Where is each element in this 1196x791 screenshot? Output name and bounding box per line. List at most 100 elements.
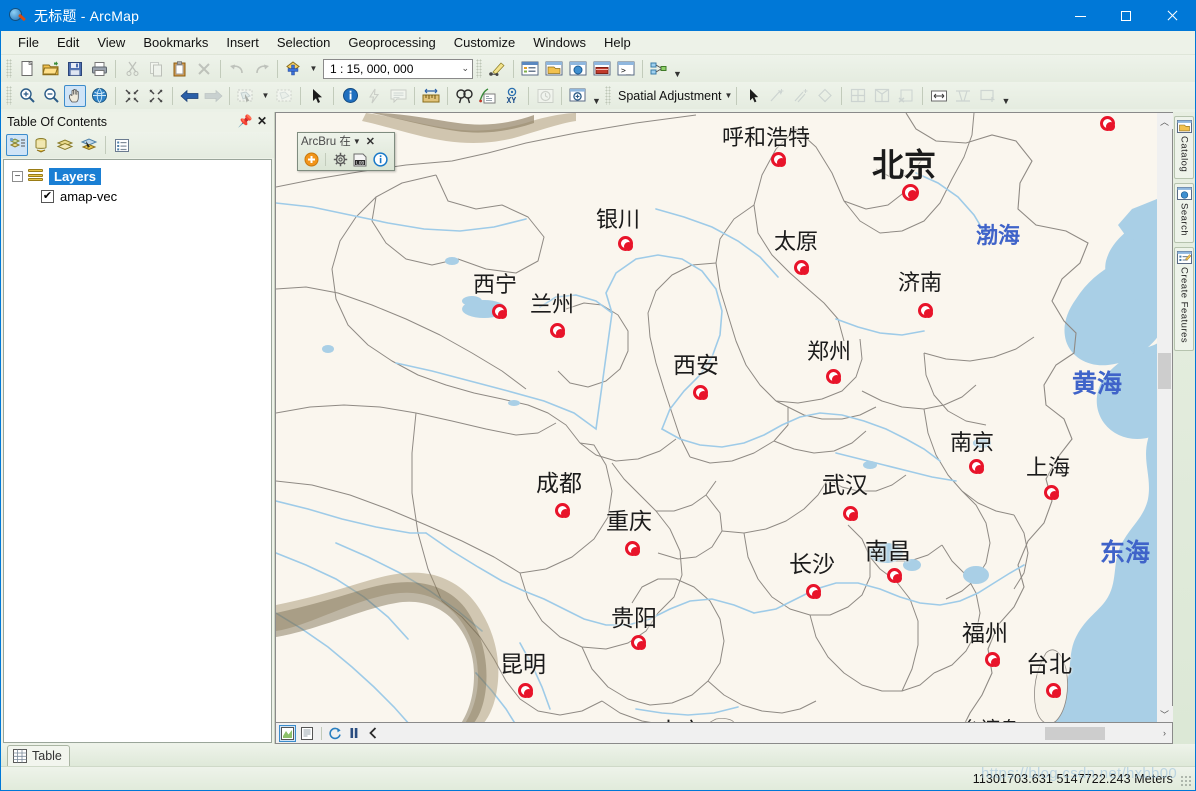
horizontal-scroll-thumb[interactable] — [1045, 726, 1105, 740]
data-view-icon[interactable] — [279, 724, 296, 742]
sa-select-elements-icon[interactable] — [742, 85, 764, 107]
map-city-marker[interactable] — [1046, 683, 1061, 698]
close-button[interactable] — [1149, 1, 1195, 31]
find-route-icon[interactable] — [477, 85, 499, 107]
map-city-marker[interactable] — [843, 506, 858, 521]
cache-icon[interactable]: LOD — [350, 150, 370, 169]
attribute-transfer-icon[interactable] — [928, 85, 950, 107]
new-displacement-link-icon[interactable] — [766, 85, 788, 107]
time-slider-icon[interactable] — [534, 85, 556, 107]
pan-icon[interactable] — [64, 84, 86, 107]
map-city-marker[interactable] — [902, 184, 919, 201]
about-info-icon[interactable] — [370, 150, 390, 169]
delete-icon[interactable] — [193, 58, 215, 80]
menu-edit[interactable]: Edit — [48, 32, 88, 53]
menu-selection[interactable]: Selection — [268, 32, 339, 53]
toolbar-grip[interactable] — [6, 59, 12, 78]
scroll-up-arrow-icon[interactable]: ︿ — [1156, 113, 1173, 129]
map-city-marker[interactable] — [794, 260, 809, 275]
zoom-out-icon[interactable] — [40, 85, 62, 107]
scroll-down-arrow-icon[interactable]: ﹀ — [1156, 706, 1173, 722]
add-basemap-icon[interactable] — [301, 150, 321, 169]
toc-options-icon[interactable] — [111, 134, 133, 156]
map-scale-combo[interactable]: 1 : 15, 000, 000 ⌄ — [323, 58, 473, 79]
select-features-icon[interactable] — [235, 85, 257, 107]
create-viewer-window-icon[interactable] — [567, 85, 589, 107]
scroll-right-arrow-icon[interactable]: › — [1157, 726, 1172, 741]
go-back-extent-icon[interactable] — [178, 85, 200, 107]
resize-grip[interactable] — [1180, 775, 1192, 787]
select-features-dropdown[interactable]: ▼ — [259, 85, 271, 107]
list-by-source-icon[interactable] — [30, 134, 52, 156]
map-city-marker[interactable] — [555, 503, 570, 518]
open-icon[interactable] — [40, 58, 62, 80]
map-city-marker[interactable] — [693, 385, 708, 400]
close-icon[interactable]: ✕ — [255, 114, 269, 128]
edge-match-icon[interactable] — [952, 85, 974, 107]
map-horizontal-scrollbar[interactable] — [385, 725, 1155, 741]
view-link-table-icon[interactable] — [871, 85, 893, 107]
full-extent-icon[interactable] — [88, 85, 110, 107]
map-city-marker[interactable] — [518, 683, 533, 698]
dock-tab-search[interactable]: Search — [1174, 183, 1194, 244]
arcbru-floating-toolbar[interactable]: ArcBru 在 ▼ ✕ LOD — [297, 132, 395, 171]
list-by-selection-icon[interactable] — [78, 134, 100, 156]
copy-icon[interactable] — [145, 58, 167, 80]
toc-layer-tree[interactable]: − Layers ✔ amap-vec — [3, 159, 272, 743]
menu-view[interactable]: View — [88, 32, 134, 53]
layer-name-label[interactable]: amap-vec — [60, 189, 117, 204]
editor-toolbar-icon[interactable] — [486, 58, 508, 80]
fixed-zoom-out-icon[interactable] — [145, 85, 167, 107]
menu-file[interactable]: File — [9, 32, 48, 53]
redo-icon[interactable] — [250, 58, 272, 80]
arctoolbox-icon[interactable] — [591, 58, 613, 80]
menu-windows[interactable]: Windows — [524, 32, 595, 53]
toc-root-row[interactable]: − Layers — [4, 166, 271, 186]
map-city-marker[interactable] — [918, 303, 933, 318]
save-icon[interactable] — [64, 58, 86, 80]
catalog-window-icon[interactable] — [543, 58, 565, 80]
toc-root-label[interactable]: Layers — [49, 167, 101, 185]
vertical-scroll-thumb[interactable] — [1158, 353, 1171, 389]
arcbru-title-bar[interactable]: ArcBru 在 ▼ ✕ — [298, 133, 394, 149]
list-by-drawing-order-icon[interactable] — [6, 134, 28, 156]
previous-extent-icon[interactable] — [364, 725, 381, 742]
toc-layer-amap-vec[interactable]: ✔ amap-vec — [4, 186, 271, 206]
chevron-down-icon[interactable]: ▼ — [353, 137, 361, 146]
map-canvas[interactable]: ArcBru 在 ▼ ✕ LOD 呼和浩特 北京 银川 太原 济南 西宁 兰州 … — [275, 112, 1157, 723]
map-city-marker[interactable] — [1100, 116, 1115, 131]
new-map-icon[interactable] — [16, 58, 38, 80]
hyperlink-icon[interactable] — [363, 85, 385, 107]
map-city-marker[interactable] — [969, 459, 984, 474]
expander-icon[interactable]: − — [12, 170, 23, 182]
map-city-marker[interactable] — [550, 323, 565, 338]
fixed-zoom-in-icon[interactable] — [121, 85, 143, 107]
chevron-down-icon[interactable]: ⌄ — [461, 63, 469, 74]
map-city-marker[interactable] — [887, 568, 902, 583]
minimize-button[interactable] — [1057, 1, 1103, 31]
search-window-icon[interactable] — [567, 58, 589, 80]
edit-link-icon[interactable] — [847, 85, 869, 107]
toolbar-grip-4[interactable] — [605, 86, 611, 105]
table-of-contents-icon[interactable] — [519, 58, 541, 80]
table-tab[interactable]: Table — [7, 745, 70, 766]
layer-visibility-checkbox[interactable]: ✔ — [41, 189, 54, 203]
pin-icon[interactable]: 📌 — [238, 114, 253, 128]
tools-toolbar-overflow[interactable]: ▼ — [591, 86, 602, 106]
go-to-xy-icon[interactable]: XY — [501, 85, 523, 107]
menu-insert[interactable]: Insert — [217, 32, 268, 53]
add-data-icon[interactable] — [283, 58, 305, 80]
identify-icon[interactable] — [339, 85, 361, 107]
maximize-button[interactable] — [1103, 1, 1149, 31]
edge-snap-icon[interactable] — [976, 85, 998, 107]
pause-drawing-icon[interactable] — [345, 725, 362, 742]
map-city-marker[interactable] — [806, 584, 821, 599]
model-builder-icon[interactable] — [648, 58, 670, 80]
add-data-dropdown[interactable]: ▼ — [307, 58, 319, 80]
html-popup-icon[interactable] — [387, 85, 409, 107]
zoom-in-icon[interactable] — [16, 85, 38, 107]
undo-icon[interactable] — [226, 58, 248, 80]
refresh-icon[interactable] — [326, 725, 343, 742]
spatial-adjustment-caret-icon[interactable]: ▼ — [725, 91, 733, 100]
toolbar-grip-3[interactable] — [6, 86, 12, 105]
